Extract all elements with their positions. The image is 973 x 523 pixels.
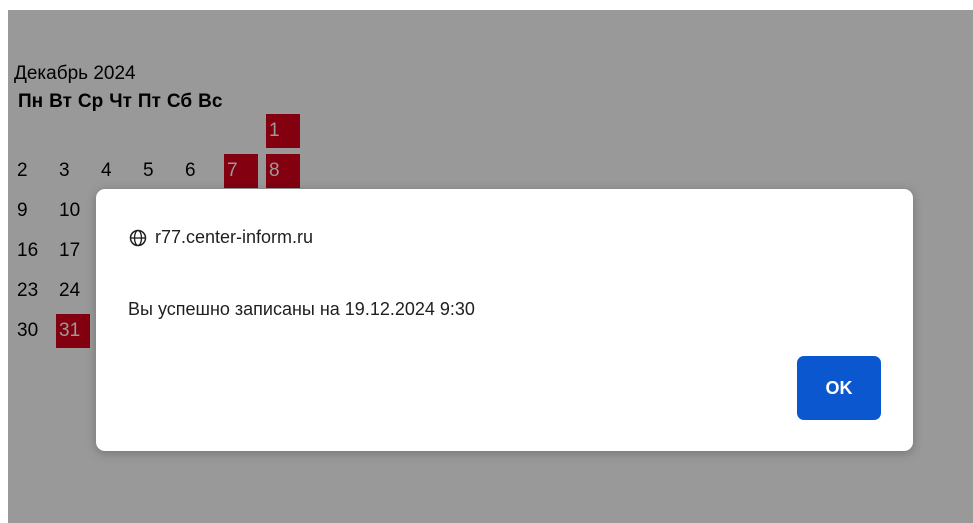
page: Декабрь 2024 Пн Вт Ср Чт Пт Сб Вс 1 2 3 … (0, 0, 973, 523)
globe-icon (129, 229, 147, 246)
alert-dialog: r77.center-inform.ru Вы успешно записаны… (96, 189, 913, 451)
dialog-origin: r77.center-inform.ru (128, 227, 313, 248)
dialog-message: Вы успешно записаны на 19.12.2024 9:30 (128, 299, 475, 319)
dialog-origin-text: r77.center-inform.ru (155, 227, 314, 247)
ok-button[interactable]: OK (797, 356, 881, 420)
